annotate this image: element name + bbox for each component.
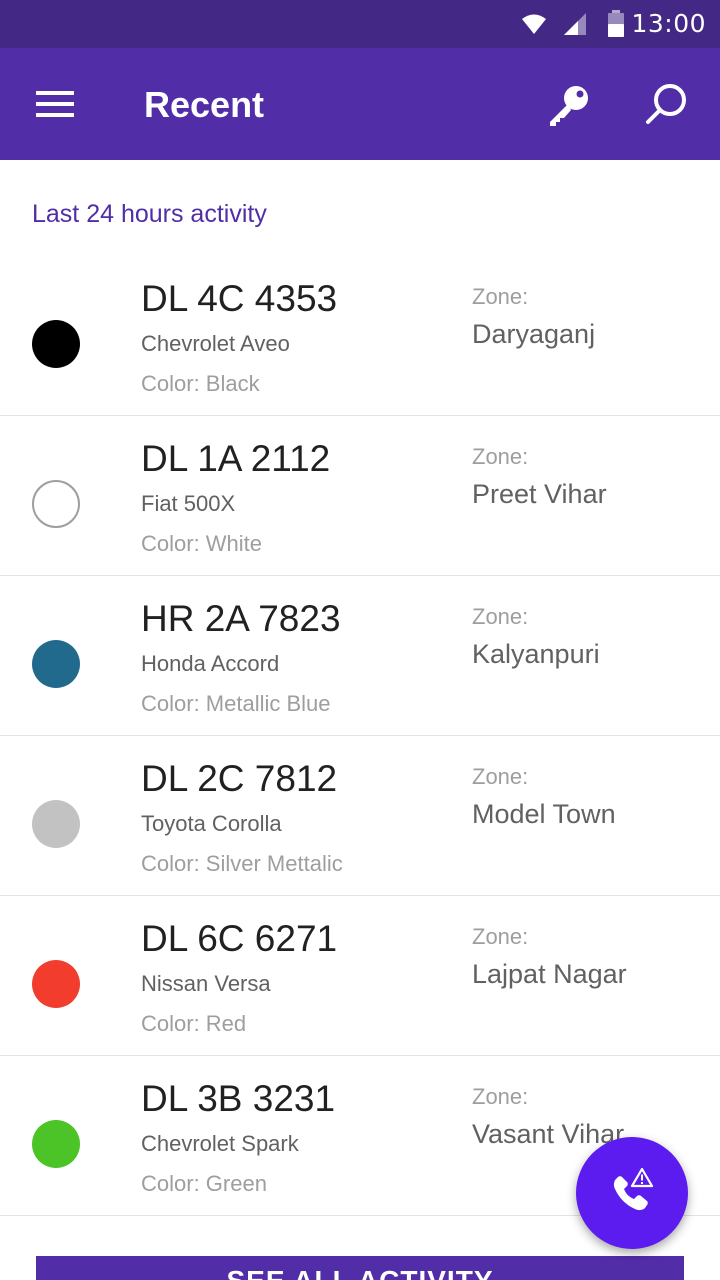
vehicle-list: DL 4C 4353 Chevrolet Aveo Color: Black Z… — [0, 256, 720, 1216]
vehicle-model: Toyota Corolla — [141, 811, 282, 836]
list-item[interactable]: DL 1A 2112 Fiat 500X Color: White Zone: … — [0, 416, 720, 576]
zone-value: Daryaganj — [472, 319, 596, 349]
vehicle-model: Chevrolet Aveo — [141, 331, 290, 356]
color-swatch — [32, 640, 80, 688]
status-bar: 13:00 — [0, 0, 720, 48]
key-icon — [550, 86, 588, 126]
plate-number: DL 3B 3231 — [141, 1078, 336, 1119]
search-button[interactable] — [636, 78, 696, 134]
list-item[interactable]: HR 2A 7823 Honda Accord Color: Metallic … — [0, 576, 720, 736]
color-swatch — [32, 1120, 80, 1168]
vehicle-model: Nissan Versa — [141, 971, 271, 996]
zone-label: Zone: — [472, 284, 529, 309]
phone-alert-icon — [613, 1167, 654, 1211]
zone-value: Model Town — [472, 799, 616, 829]
vehicle-color: Color: Red — [141, 1011, 247, 1036]
zone-label: Zone: — [472, 444, 529, 469]
color-swatch — [32, 320, 80, 368]
zone-label: Zone: — [472, 924, 529, 949]
section-header: Last 24 hours activity — [32, 200, 267, 228]
list-item[interactable]: DL 6C 6271 Nissan Versa Color: Red Zone:… — [0, 896, 720, 1056]
key-button[interactable] — [538, 78, 598, 134]
zone-value: Kalyanpuri — [472, 639, 600, 669]
plate-number: DL 1A 2112 — [141, 438, 331, 479]
list-item[interactable]: DL 4C 4353 Chevrolet Aveo Color: Black Z… — [0, 256, 720, 416]
color-swatch — [32, 480, 80, 528]
zone-value: Preet Vihar — [472, 479, 607, 509]
zone-label: Zone: — [472, 764, 529, 789]
zone-label: Zone: — [472, 1084, 529, 1109]
menu-icon — [36, 91, 74, 117]
plate-number: DL 4C 4353 — [141, 278, 338, 319]
cell-signal-icon — [562, 12, 588, 36]
plate-number: DL 6C 6271 — [141, 918, 338, 959]
status-time: 13:00 — [631, 9, 706, 38]
search-icon — [646, 84, 686, 124]
plate-number: DL 2C 7812 — [141, 758, 338, 799]
page-title: Recent — [144, 84, 265, 125]
zone-label: Zone: — [472, 604, 529, 629]
emergency-call-fab[interactable] — [576, 1137, 688, 1249]
battery-icon — [606, 10, 626, 38]
wifi-icon — [521, 12, 547, 36]
vehicle-color: Color: Green — [141, 1171, 267, 1196]
vehicle-color: Color: Black — [141, 371, 260, 396]
vehicle-color: Color: White — [141, 531, 263, 556]
menu-button[interactable] — [26, 78, 86, 130]
color-swatch — [32, 800, 80, 848]
vehicle-model: Chevrolet Spark — [141, 1131, 299, 1156]
screen: 13:00 Recent Last 24 hours activity DL 4… — [0, 0, 720, 1280]
plate-number: HR 2A 7823 — [141, 598, 341, 639]
zone-value: Lajpat Nagar — [472, 959, 627, 989]
vehicle-color: Color: Silver Mettalic — [141, 851, 343, 876]
vehicle-model: Honda Accord — [141, 651, 280, 676]
see-all-activity-button[interactable]: SEE ALL ACTIVITY — [36, 1256, 684, 1280]
vehicle-color: Color: Metallic Blue — [141, 691, 331, 716]
app-bar: Recent — [0, 48, 720, 160]
vehicle-model: Fiat 500X — [141, 491, 236, 516]
list-item[interactable]: DL 2C 7812 Toyota Corolla Color: Silver … — [0, 736, 720, 896]
color-swatch — [32, 960, 80, 1008]
